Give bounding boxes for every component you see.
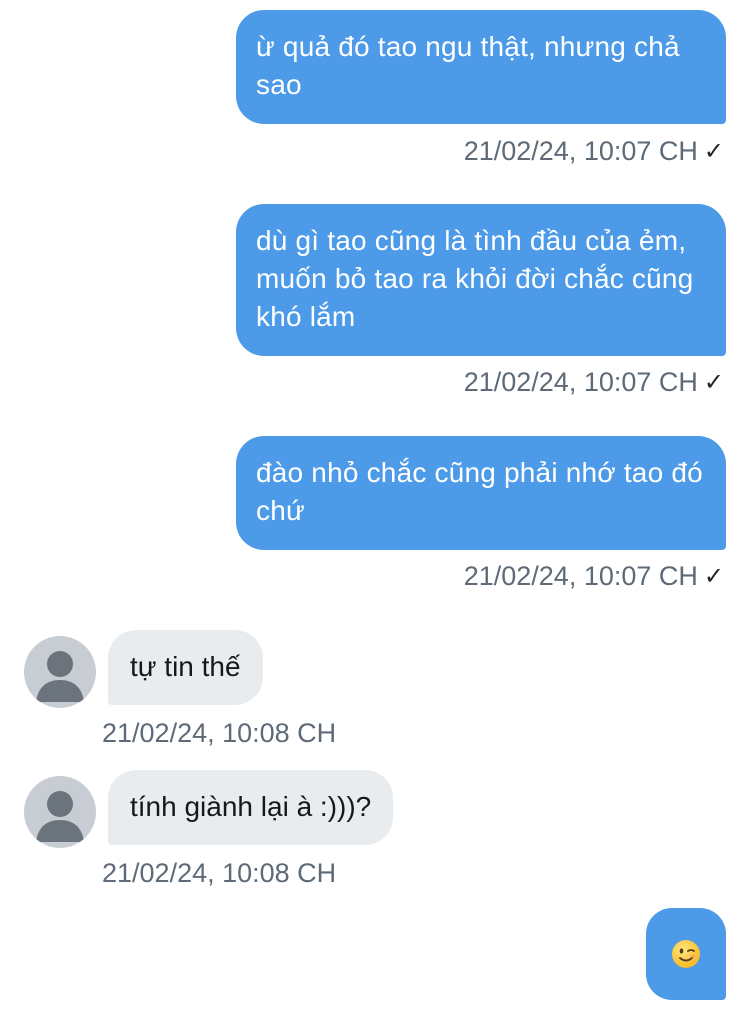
timestamp-text: 21/02/24, 10:08 CH <box>102 718 337 748</box>
message-text: tính giành lại à :)))? <box>130 791 372 822</box>
message-text: tự tin thế <box>130 651 241 682</box>
timestamp-text: 21/02/24, 10:07 CH <box>463 561 698 591</box>
timestamp-text: 21/02/24, 10:07 CH <box>463 136 698 166</box>
sent-check-icon: ✓ <box>703 137 724 165</box>
sent-emoji-bubble[interactable] <box>646 908 726 1000</box>
message-text: ừ quả đó tao ngu thật, nhưng chả sao <box>256 31 680 100</box>
sent-check-icon: ✓ <box>703 368 724 396</box>
message-timestamp: 21/02/24, 10:08 CH <box>102 718 336 749</box>
winking-face-icon <box>672 940 700 968</box>
avatar-icon[interactable] <box>24 636 96 708</box>
avatar-icon[interactable] <box>24 776 96 848</box>
message-timestamp: 21/02/24, 10:08 CH <box>102 858 336 889</box>
received-message-bubble[interactable]: tính giành lại à :)))? <box>108 770 394 845</box>
timestamp-text: 21/02/24, 10:07 CH <box>463 367 698 397</box>
sent-message-bubble[interactable]: ừ quả đó tao ngu thật, nhưng chả sao <box>236 10 726 124</box>
message-timestamp: 21/02/24, 10:07 CH ✓ <box>464 367 724 398</box>
message-text: đào nhỏ chắc cũng phải nhớ tao đó chứ <box>256 457 703 526</box>
received-message-bubble[interactable]: tự tin thế <box>108 630 263 705</box>
message-text: dù gì tao cũng là tình đầu của ẻm, muốn … <box>256 225 694 332</box>
sent-check-icon: ✓ <box>703 562 724 590</box>
message-timestamp: 21/02/24, 10:07 CH ✓ <box>464 561 724 592</box>
message-timestamp: 21/02/24, 10:07 CH ✓ <box>464 136 724 167</box>
timestamp-text: 21/02/24, 10:08 CH <box>102 858 337 888</box>
sent-message-bubble[interactable]: đào nhỏ chắc cũng phải nhớ tao đó chứ <box>236 436 726 550</box>
sent-message-bubble[interactable]: dù gì tao cũng là tình đầu của ẻm, muốn … <box>236 204 726 356</box>
